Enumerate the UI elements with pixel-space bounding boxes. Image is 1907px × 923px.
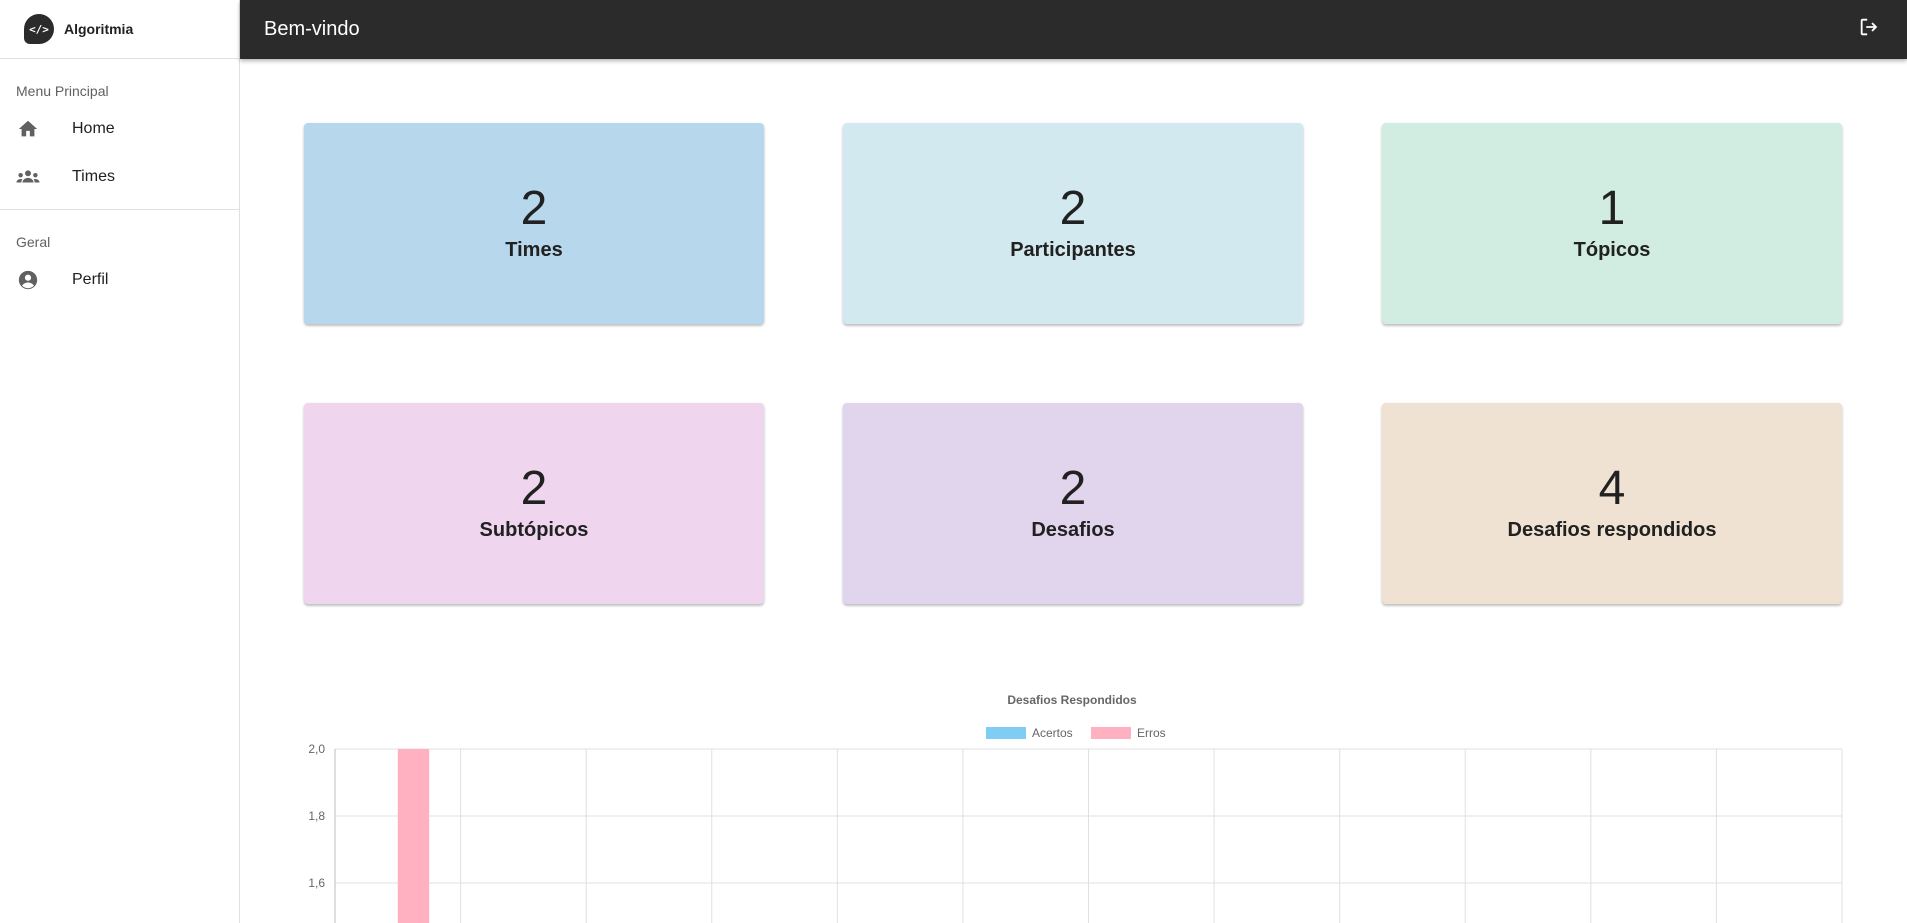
sidebar-item-label: Perfil: [72, 271, 109, 288]
page-title: Bem-vindo: [264, 18, 360, 40]
stat-value: 2: [520, 462, 548, 515]
stat-value: 1: [1598, 182, 1626, 235]
stat-card-desafios-respondidos[interactable]: 4 Desafios respondidos: [1382, 403, 1842, 604]
main-content: 2 Times 2 Participantes 1 Tópicos 2 Subt…: [240, 59, 1907, 923]
brand[interactable]: </> Algoritmia: [0, 0, 239, 59]
stat-value: 2: [1059, 182, 1087, 235]
stat-card-desafios[interactable]: 2 Desafios: [843, 403, 1303, 604]
stat-label: Participantes: [1010, 239, 1136, 261]
stat-label: Desafios respondidos: [1507, 519, 1717, 541]
stat-label: Times: [505, 239, 563, 261]
sidebar-item-label: Home: [72, 120, 115, 137]
sidebar-section-general: Geral Perfil: [0, 210, 239, 312]
sidebar-item-label: Times: [72, 168, 115, 185]
stat-label: Desafios: [1031, 519, 1115, 541]
logout-button[interactable]: [1855, 16, 1883, 44]
code-logo-icon: </>: [24, 14, 54, 44]
sidebar: </> Algoritmia Menu Principal Home Times…: [0, 0, 240, 923]
sidebar-item-times[interactable]: Times: [0, 153, 239, 201]
logout-icon: [1858, 16, 1880, 43]
stat-value: 2: [520, 182, 548, 235]
stat-card-topicos[interactable]: 1 Tópicos: [1382, 123, 1842, 324]
stat-label: Subtópicos: [479, 519, 589, 541]
sidebar-section-main: Menu Principal Home Times: [0, 59, 239, 210]
stat-card-participantes[interactable]: 2 Participantes: [843, 123, 1303, 324]
sidebar-item-perfil[interactable]: Perfil: [0, 256, 239, 304]
account-circle-icon: [16, 268, 40, 292]
stat-value: 2: [1059, 462, 1087, 515]
group-icon: [16, 165, 40, 189]
sidebar-item-home[interactable]: Home: [0, 105, 239, 153]
stat-card-subtopicos[interactable]: 2 Subtópicos: [304, 403, 764, 604]
app-name: Algoritmia: [64, 21, 134, 37]
section-title: Menu Principal: [16, 83, 109, 99]
section-title: Geral: [16, 234, 51, 250]
top-app-bar: Bem-vindo: [240, 0, 1907, 59]
stat-label: Tópicos: [1573, 239, 1651, 261]
stat-card-times[interactable]: 2 Times: [304, 123, 764, 324]
home-icon: [16, 117, 40, 141]
stat-value: 4: [1598, 462, 1626, 515]
